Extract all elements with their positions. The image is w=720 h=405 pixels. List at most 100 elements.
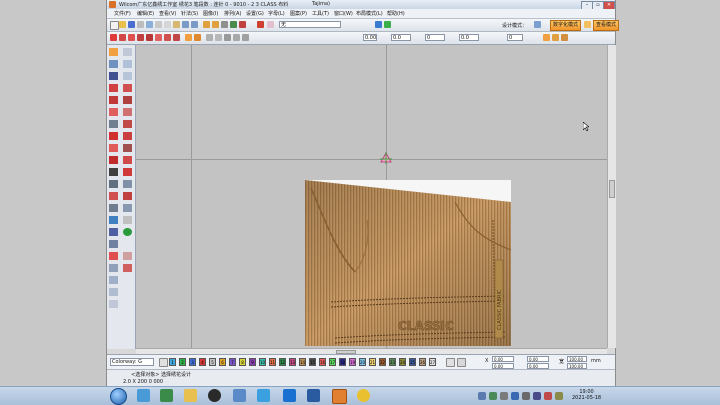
tray-icon[interactable] [555,392,563,400]
cross-stitch-icon[interactable] [173,34,180,41]
properties-icon[interactable] [552,34,559,41]
digitize-mode-button[interactable]: 数字化模式 [550,20,582,31]
run-stitch-icon[interactable] [109,108,118,116]
knife-icon[interactable] [109,72,118,80]
polyline-select-icon[interactable] [109,60,118,68]
open-folder-icon[interactable] [119,21,126,28]
box-outline-icon[interactable] [109,288,118,296]
tray-icon[interactable] [500,392,508,400]
column-b-icon[interactable] [123,84,132,92]
network-tray-icon[interactable] [511,392,519,400]
triple-run-icon[interactable] [146,34,153,41]
redo-icon[interactable] [191,21,198,28]
file-explorer-icon[interactable] [184,389,197,402]
menu-image[interactable]: 图像(I) [203,10,218,17]
red-outline-icon[interactable] [109,132,118,140]
tray-icon[interactable] [478,392,486,400]
lasso-icon[interactable] [123,60,132,68]
node-edit-icon[interactable] [109,264,118,272]
color-swatch[interactable]: 19 [349,358,356,366]
fabric-background-image[interactable]: CLASSIC CLASSIC FABRIC [305,180,511,346]
column-a-icon[interactable] [109,84,118,92]
zoom-fit-icon[interactable] [221,21,228,28]
transform-icon[interactable] [109,204,118,212]
pattern-icon[interactable] [267,21,274,28]
object-list-icon[interactable] [561,34,568,41]
vertical-scrollbar[interactable] [607,45,616,348]
volume-tray-icon[interactable] [522,392,530,400]
menu-letters[interactable]: 字母(L) [268,10,285,17]
grid-icon[interactable] [230,21,237,28]
color-swatch[interactable]: 2 [179,358,186,366]
color-swatch[interactable]: 15 [309,358,316,366]
color-swatch[interactable]: 17 [329,358,336,366]
paste-icon[interactable] [173,21,180,28]
measure-icon[interactable] [375,21,382,28]
width-field[interactable]: 100.00 [567,356,587,362]
tray-icon[interactable] [489,392,497,400]
count-field[interactable]: 0 [507,34,523,41]
shield-app-icon[interactable] [307,389,320,402]
star-icon[interactable] [123,156,132,164]
shape-icon[interactable] [123,72,132,80]
stitch-length-field[interactable]: 0.00 [363,34,377,41]
align-center-icon[interactable] [194,34,201,41]
lettering-icon[interactable] [109,168,118,176]
copy-icon[interactable] [164,21,171,28]
menu-window[interactable]: 窗口(W) [334,10,353,17]
tray-icon[interactable] [533,392,541,400]
menu-settings[interactable]: 设置(G) [246,10,264,17]
group-icon[interactable] [233,34,240,41]
spacing-field[interactable]: 0.0 [391,34,411,41]
palette-left-icon[interactable] [159,358,168,367]
stitch-angle-icon[interactable] [123,264,132,272]
color-swatch[interactable]: 21 [369,358,376,366]
color-blend-icon[interactable] [109,252,118,260]
emboss-icon[interactable] [123,192,132,200]
vector-icon[interactable] [109,240,118,248]
run-icon[interactable] [137,34,144,41]
color-swatch[interactable]: 14 [299,358,306,366]
branch-icon[interactable] [123,180,132,188]
trace-icon[interactable] [109,216,118,224]
auto-digitize-icon[interactable] [123,216,132,224]
x-coord-field[interactable]: 0.00 [492,356,514,362]
ungroup-icon[interactable] [242,34,249,41]
thread-color-icon[interactable] [257,21,264,28]
hole-icon[interactable] [109,120,118,128]
satin-icon[interactable] [119,34,126,41]
motif-icon[interactable] [164,34,171,41]
color-swatch[interactable]: 3 [189,358,196,366]
color-swatch[interactable]: 20 [359,358,366,366]
fill-stitch-icon[interactable] [123,120,132,128]
palette-menu-icon[interactable] [457,358,466,367]
qq-penguin-icon[interactable] [208,389,221,402]
color-swatch[interactable]: 7 [229,358,236,366]
ie-icon[interactable] [257,389,270,402]
palette-right-icon[interactable] [446,358,455,367]
select-arrow-icon[interactable] [109,48,118,56]
mirror-icon[interactable] [206,34,213,41]
color-swatch[interactable]: 8 [239,358,246,366]
ellipse-outline-icon[interactable] [109,276,118,284]
color-swatch[interactable]: 1 [169,358,176,366]
settings-icon[interactable] [543,34,550,41]
color-swatch[interactable]: 5 [209,358,216,366]
menu-stitch[interactable]: 针法(S) [181,10,198,17]
ie-browser-icon[interactable] [137,389,150,402]
color-swatch[interactable]: 24 [399,358,406,366]
start-button-icon[interactable] [110,388,127,405]
scale-icon[interactable] [224,34,231,41]
menu-edit[interactable]: 编辑(E) [137,10,154,17]
menu-help[interactable]: 帮助(H) [387,10,405,17]
rectangle-tool-icon[interactable] [123,144,132,152]
color-swatch[interactable]: 18 [339,358,346,366]
save-icon[interactable] [128,21,135,28]
tatami-icon[interactable] [128,34,135,41]
network-icon[interactable] [233,389,246,402]
color-swatch[interactable]: 10 [259,358,266,366]
align-left-icon[interactable] [185,34,192,41]
backtrack-icon[interactable] [123,108,132,116]
feather-app-icon[interactable] [283,389,296,402]
turning-fill-icon[interactable] [123,96,132,104]
